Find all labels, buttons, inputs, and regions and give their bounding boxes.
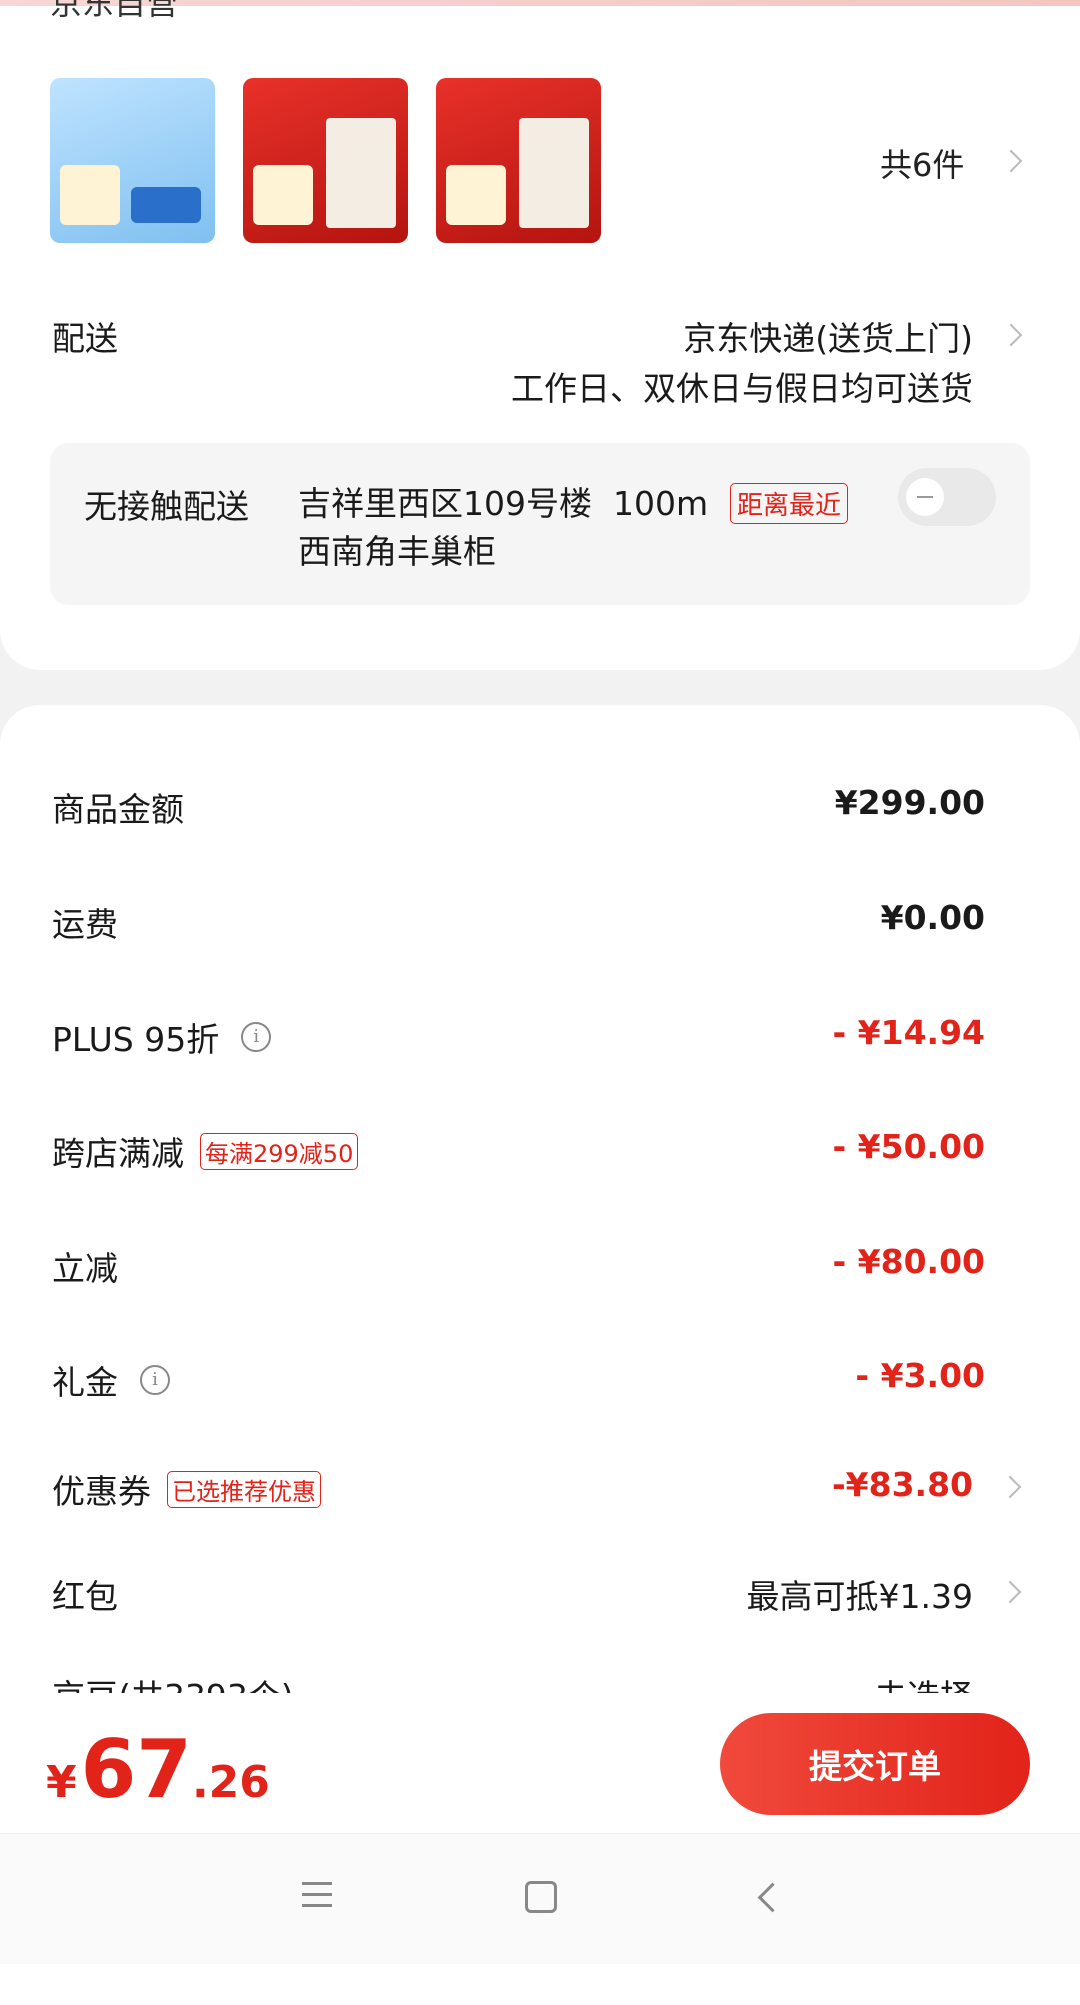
info-icon[interactable]	[241, 1022, 272, 1052]
row-value: ¥299.00	[834, 783, 985, 822]
toggle-knob	[906, 478, 944, 516]
back-icon[interactable]	[757, 1882, 788, 1913]
product-thumbnails[interactable]	[50, 78, 601, 243]
promo-image	[446, 165, 506, 225]
contactless-address: 吉祥里西区109号楼 100m 西南角丰巢柜	[298, 480, 718, 576]
system-navigation-bar	[0, 1833, 1080, 1964]
hair-dye-box-image	[326, 118, 396, 228]
address-line1: 吉祥里西区109号楼	[298, 484, 592, 523]
product-thumbnail-hair-dye-1[interactable]	[243, 78, 408, 243]
total-integer: 67	[80, 1723, 192, 1816]
delivery-note: 工作日、双休日与假日均可送货	[511, 369, 973, 408]
summary-row-shipping: 运费 ¥0.00	[0, 890, 1080, 950]
hair-dye-box-image	[519, 118, 589, 228]
contactless-toggle[interactable]	[898, 468, 996, 526]
promo-image	[253, 165, 313, 225]
summary-row-instant-discount: 立减 - ¥80.00	[0, 1234, 1080, 1294]
item-count[interactable]: 共6件	[880, 140, 964, 186]
shop-title: 京东自营	[50, 0, 179, 22]
chevron-right-icon[interactable]	[998, 1580, 1022, 1604]
address-line2: 西南角丰巢柜	[298, 532, 496, 571]
row-label-wrap: PLUS 95折	[52, 1013, 272, 1061]
row-value: - ¥3.00	[855, 1356, 985, 1395]
summary-row-red-packet[interactable]: 红包 最高可抵¥1.39	[0, 1562, 1080, 1622]
chevron-right-icon[interactable]	[999, 323, 1023, 347]
distance: 100m	[612, 484, 709, 523]
nearest-badge: 距离最近	[730, 483, 849, 524]
info-icon[interactable]	[140, 1365, 170, 1395]
row-value: - ¥80.00	[832, 1242, 985, 1281]
row-label-wrap: 礼金	[52, 1356, 170, 1404]
toothpaste-image	[131, 187, 201, 223]
total-decimal: .26	[191, 1757, 270, 1808]
product-thumbnail-hair-dye-2[interactable]	[436, 78, 601, 243]
row-label: 礼金	[52, 1363, 118, 1402]
row-label: 红包	[52, 1577, 118, 1616]
row-label: 运费	[52, 905, 118, 944]
submit-order-button[interactable]: 提交订单	[720, 1713, 1030, 1815]
summary-row-coupon[interactable]: 优惠券 已选推荐优惠 -¥83.80	[0, 1457, 1080, 1517]
menu-icon[interactable]	[302, 1882, 332, 1915]
row-label: 商品金额	[52, 790, 184, 829]
order-card: 京东自营 共6件 配送 京东快递(送货上门) 工作日、双休日与假日均可送货 无接…	[0, 0, 1080, 670]
row-label: PLUS 95折	[52, 1020, 220, 1059]
summary-row-jd-beans[interactable]: 京豆(共3393个) 去选择	[0, 1670, 1080, 1693]
total-price: ¥ 67 .26	[46, 1723, 270, 1816]
row-value: - ¥50.00	[832, 1127, 985, 1166]
row-value: ¥0.00	[880, 898, 985, 937]
currency-symbol: ¥	[46, 1757, 77, 1808]
contactless-label: 无接触配送	[84, 487, 249, 526]
row-value: -¥83.80	[831, 1465, 973, 1504]
row-value: 去选择	[874, 1670, 973, 1693]
summary-row-plus-discount: PLUS 95折 - ¥14.94	[0, 1005, 1080, 1065]
row-value: 最高可抵¥1.39	[746, 1577, 973, 1616]
coupon-badge: 已选推荐优惠	[167, 1470, 321, 1508]
delivery-label: 配送	[52, 319, 118, 358]
summary-row-goods-amount: 商品金额 ¥299.00	[0, 775, 1080, 835]
row-label: 立减	[52, 1249, 118, 1288]
product-thumbnail-toothpaste[interactable]	[50, 78, 215, 243]
contactless-delivery-panel: 无接触配送 吉祥里西区109号楼 100m 西南角丰巢柜 距离最近	[50, 443, 1030, 605]
promo-badge: 每满299减50	[200, 1132, 359, 1170]
checkout-bar: ¥ 67 .26 提交订单	[0, 1693, 1080, 1833]
row-value: - ¥14.94	[832, 1013, 985, 1052]
promo-image	[60, 165, 120, 225]
summary-row-cross-store: 跨店满减 每满299减50 - ¥50.00	[0, 1119, 1080, 1179]
summary-row-gift-money: 礼金 - ¥3.00	[0, 1348, 1080, 1408]
chevron-right-icon[interactable]	[998, 1475, 1022, 1499]
row-label: 跨店满减	[52, 1134, 184, 1173]
row-label: 京豆(共3393个)	[52, 1670, 294, 1693]
home-icon[interactable]	[525, 1881, 557, 1913]
delivery-method[interactable]: 京东快递(送货上门)	[683, 312, 973, 360]
row-label-wrap: 跨店满减 每满299减50	[52, 1127, 359, 1175]
chevron-right-icon[interactable]	[999, 149, 1023, 173]
row-label: 优惠券	[52, 1472, 151, 1511]
row-label-wrap: 优惠券 已选推荐优惠	[52, 1465, 321, 1513]
